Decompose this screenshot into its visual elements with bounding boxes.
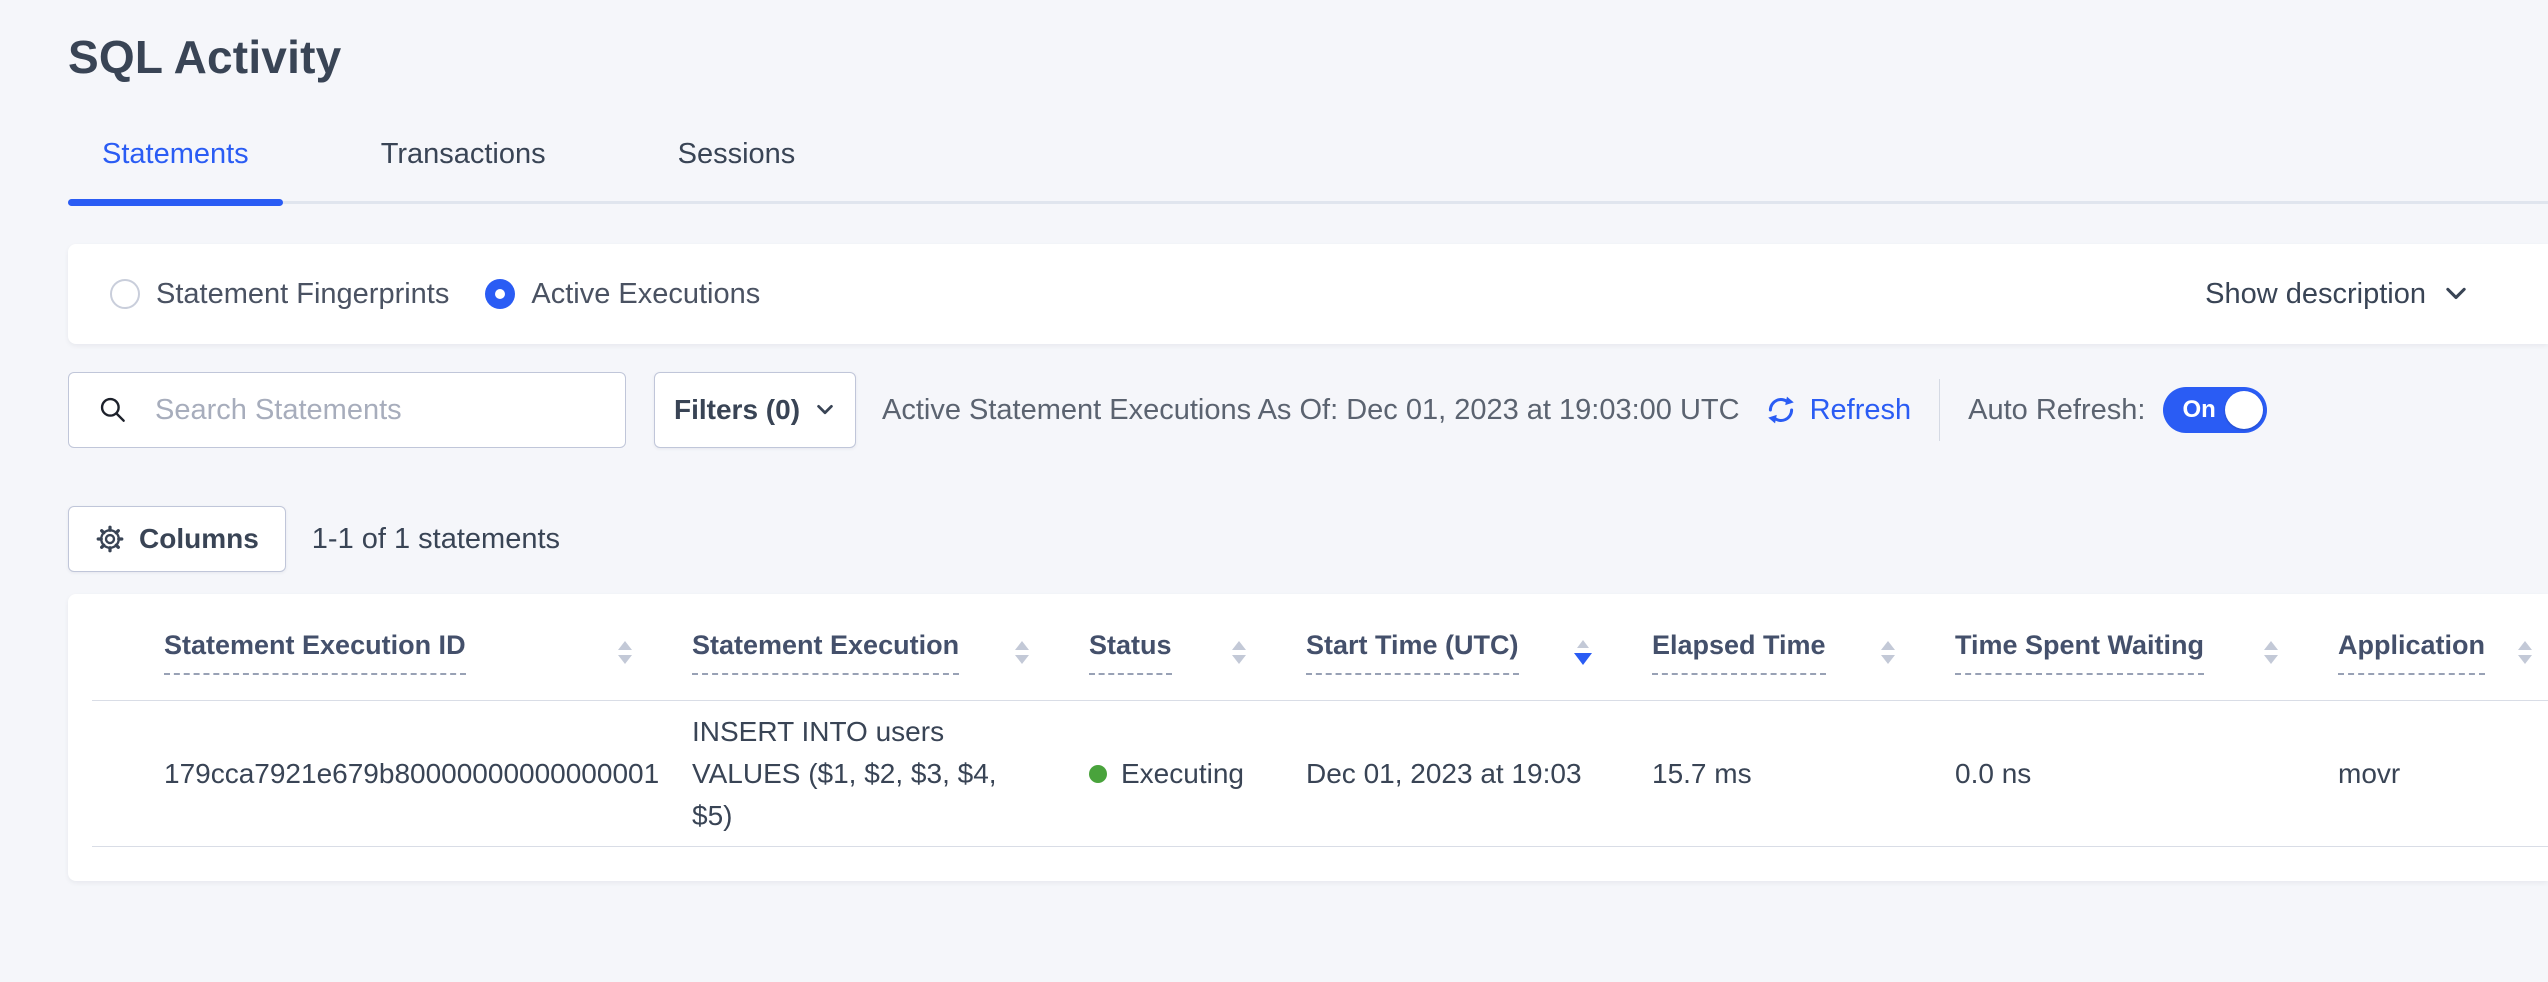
auto-refresh-label: Auto Refresh: [1968, 394, 2145, 427]
table-toolbar: Columns 1-1 of 1 statements [68, 506, 2548, 572]
tab-transactions-label: Transactions [381, 138, 546, 170]
cell-status: Executing [1089, 701, 1306, 846]
search-box[interactable] [68, 372, 626, 448]
controls-row: Filters (0) Active Statement Executions … [68, 372, 2548, 448]
column-header-status[interactable]: Status [1089, 594, 1306, 700]
status-badge: Executing [1121, 758, 1244, 790]
vertical-divider [1939, 379, 1940, 441]
cell-start-time: Dec 01, 2023 at 19:03 [1306, 701, 1652, 846]
chevron-down-icon [814, 399, 836, 421]
auto-refresh-toggle[interactable]: On [2163, 387, 2267, 433]
filters-button-label: Filters (0) [674, 394, 800, 426]
column-header-statement-execution-id[interactable]: Statement Execution ID [164, 594, 692, 700]
refresh-icon [1764, 393, 1798, 427]
refresh-button[interactable]: Refresh [1764, 393, 1912, 427]
column-header-start-time[interactable]: Start Time (UTC) [1306, 594, 1652, 700]
view-mode-card: Statement Fingerprints Active Executions… [68, 244, 2548, 344]
filters-button[interactable]: Filters (0) [654, 372, 856, 448]
radio-active-executions-label: Active Executions [531, 278, 760, 311]
tab-transactions[interactable]: Transactions [347, 138, 580, 201]
toggle-knob [2225, 391, 2263, 429]
column-header-application[interactable]: Application [2338, 594, 2548, 700]
table-row[interactable]: 179cca7921e679b80000000000000001 INSERT … [92, 701, 2548, 847]
tab-statements-label: Statements [102, 138, 249, 170]
radio-selected-icon[interactable] [485, 279, 515, 309]
cell-statement-execution-id: 179cca7921e679b80000000000000001 [164, 701, 692, 846]
gear-icon [95, 524, 125, 554]
tab-sessions[interactable]: Sessions [644, 138, 830, 201]
column-header-time-spent-waiting[interactable]: Time Spent Waiting [1955, 594, 2338, 700]
cell-elapsed-time: 15.7 ms [1652, 701, 1955, 846]
tab-sessions-label: Sessions [678, 138, 796, 170]
columns-button[interactable]: Columns [68, 506, 286, 572]
search-input[interactable] [155, 394, 605, 427]
sort-icon[interactable] [1015, 641, 1029, 664]
tab-statements[interactable]: Statements [68, 138, 283, 201]
column-header-statement-execution[interactable]: Statement Execution [692, 594, 1089, 700]
statements-table: Statement Execution ID Statement Executi… [68, 594, 2548, 881]
cell-application: movr [2338, 701, 2548, 846]
sort-icon[interactable] [618, 641, 632, 664]
column-header-elapsed-time[interactable]: Elapsed Time [1652, 594, 1955, 700]
refresh-label: Refresh [1810, 394, 1912, 427]
radio-active-executions[interactable]: Active Executions [485, 278, 760, 311]
sort-icon[interactable] [1881, 641, 1895, 664]
chevron-down-icon [2442, 280, 2470, 308]
show-description-label: Show description [2205, 278, 2426, 311]
sort-icon[interactable] [2264, 641, 2278, 664]
radio-unselected-icon[interactable] [110, 279, 140, 309]
sort-icon-descending-active[interactable] [1574, 640, 1592, 665]
sort-icon[interactable] [2518, 641, 2532, 664]
cell-time-spent-waiting: 0.0 ns [1955, 701, 2338, 846]
table-header-row: Statement Execution ID Statement Executi… [92, 594, 2548, 701]
columns-button-label: Columns [139, 523, 259, 555]
cell-statement-execution: INSERT INTO users VALUES ($1, $2, $3, $4… [692, 701, 1089, 846]
radio-statement-fingerprints-label: Statement Fingerprints [156, 278, 449, 311]
sql-activity-page: SQL Activity Statements Transactions Ses… [0, 0, 2548, 982]
as-of-timestamp: Active Statement Executions As Of: Dec 0… [882, 394, 1740, 427]
results-count: 1-1 of 1 statements [312, 523, 560, 556]
search-icon [97, 394, 129, 426]
status-executing-dot-icon [1089, 765, 1107, 783]
page-title: SQL Activity [68, 30, 2548, 84]
toggle-state-label: On [2182, 396, 2215, 424]
sort-icon[interactable] [1232, 641, 1246, 664]
radio-statement-fingerprints[interactable]: Statement Fingerprints [110, 278, 449, 311]
show-description-button[interactable]: Show description [2205, 278, 2470, 311]
tab-bar: Statements Transactions Sessions [68, 138, 2548, 204]
